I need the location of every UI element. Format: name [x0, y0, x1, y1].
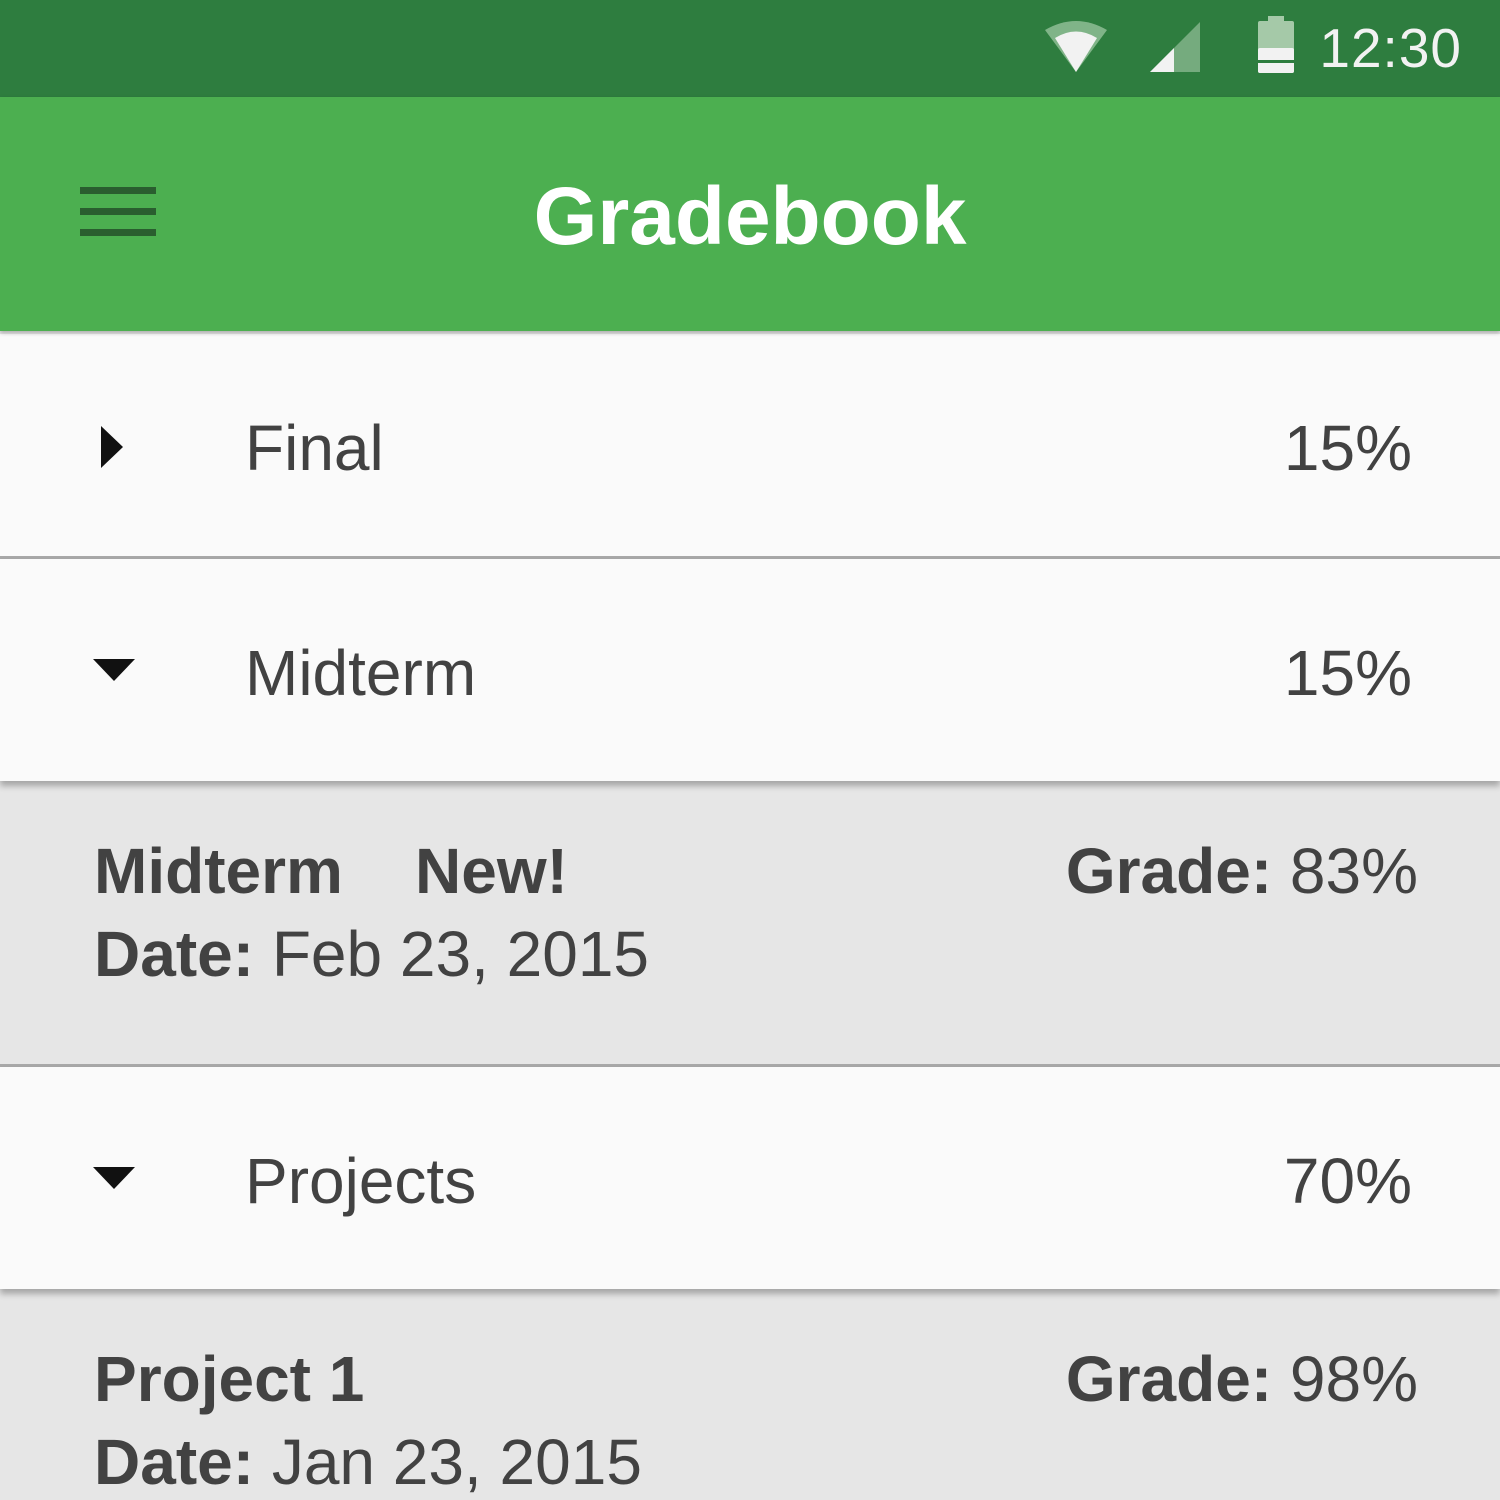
item-grade: Grade: 83%	[1066, 835, 1418, 907]
new-badge: New!	[415, 835, 568, 907]
date-label: Date:	[94, 1426, 255, 1498]
category-name: Final	[245, 412, 384, 484]
page-title: Gradebook	[533, 171, 967, 262]
item-title: Midterm	[94, 835, 343, 907]
category-weight: 70%	[1283, 1145, 1412, 1217]
app-bar: Gradebook	[0, 97, 1500, 331]
date-value: Feb 23, 2015	[271, 918, 649, 990]
category-row-final[interactable]: Final 15%	[0, 334, 1500, 559]
category-weight: 15%	[1283, 412, 1412, 484]
wifi-icon	[1045, 21, 1107, 72]
item-date: Date: Feb 23, 2015	[94, 918, 649, 990]
caret-down-icon[interactable]	[93, 659, 135, 681]
caret-down-icon[interactable]	[93, 1167, 135, 1189]
grade-label: Grade:	[1065, 1343, 1273, 1415]
date-value: Jan 23, 2015	[271, 1426, 642, 1498]
item-date: Date: Jan 23, 2015	[94, 1426, 642, 1498]
category-row-midterm[interactable]: Midterm 15%	[0, 559, 1500, 781]
date-label: Date:	[94, 918, 255, 990]
category-row-projects[interactable]: Projects 70%	[0, 1067, 1500, 1289]
grade-item-midterm[interactable]: Midterm New! Date: Feb 23, 2015 Grade: 8…	[0, 781, 1500, 1067]
grade-value: 98%	[1289, 1343, 1418, 1415]
status-clock: 12:30	[1319, 17, 1462, 79]
grade-item-project-1[interactable]: Project 1 Date: Jan 23, 2015 Grade: 98%	[0, 1289, 1500, 1500]
gradebook-screen: 12:30 Gradebook Final 15% Midterm 15% Mi…	[0, 0, 1500, 1500]
grade-value: 83%	[1289, 835, 1418, 907]
grade-label: Grade:	[1065, 835, 1273, 907]
battery-icon	[1258, 16, 1294, 73]
caret-right-icon[interactable]	[101, 426, 123, 468]
category-weight: 15%	[1283, 637, 1412, 709]
item-grade: Grade: 98%	[1066, 1343, 1418, 1415]
category-name: Midterm	[245, 637, 477, 709]
cell-signal-icon	[1150, 22, 1200, 72]
category-name: Projects	[245, 1145, 477, 1217]
status-bar: 12:30	[0, 0, 1500, 97]
item-title: Project 1	[94, 1343, 365, 1415]
